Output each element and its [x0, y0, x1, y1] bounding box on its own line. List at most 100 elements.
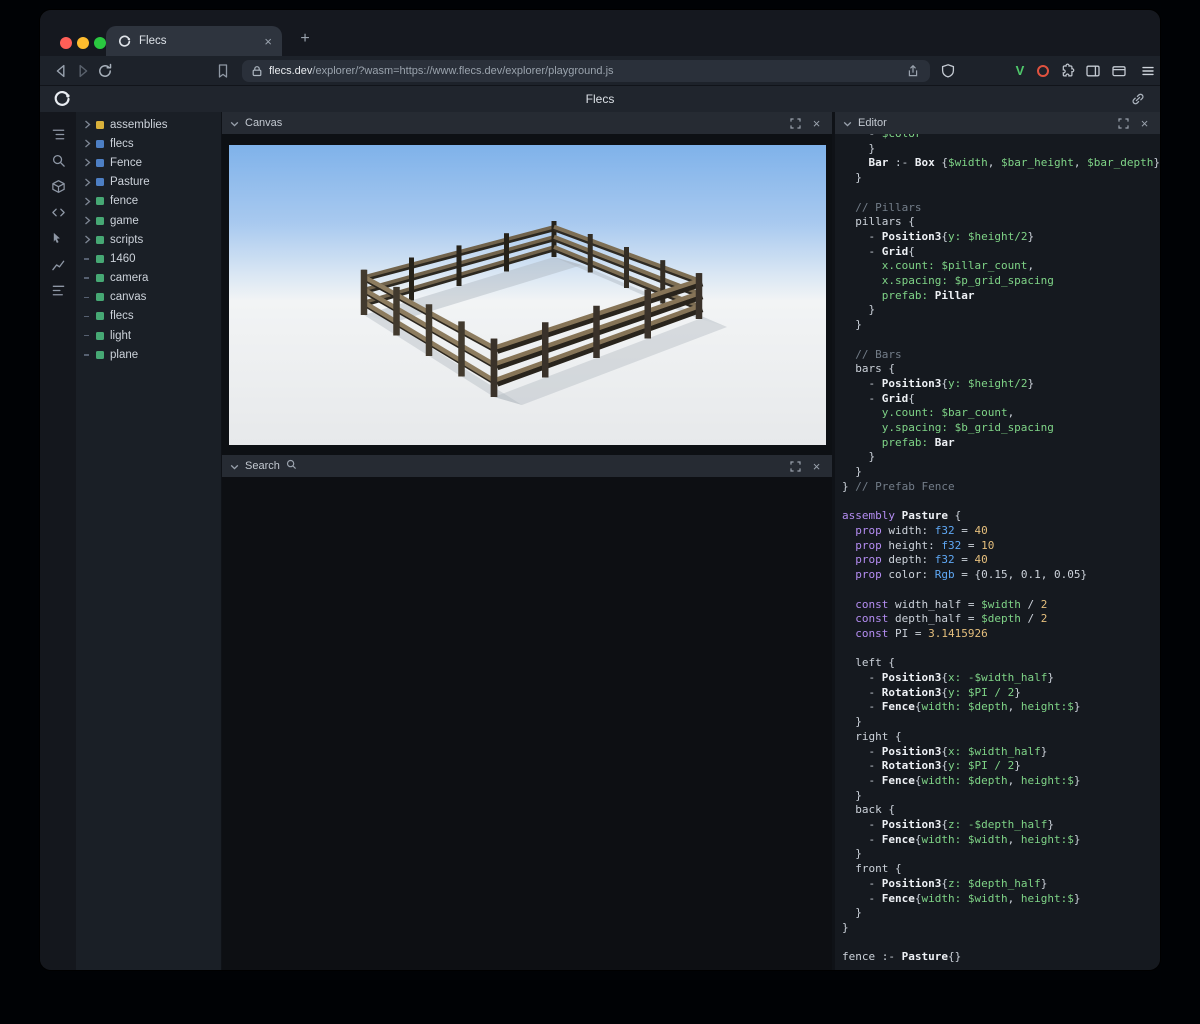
tree-item-label: Pasture	[110, 176, 150, 189]
tree-item-assemblies[interactable]: assemblies	[76, 115, 221, 134]
forward-button[interactable]	[72, 60, 94, 82]
bookmark-icon[interactable]	[212, 60, 234, 82]
code-line: prop depth: f32 = 40	[842, 553, 988, 567]
url-host: flecs.dev	[269, 64, 313, 77]
browser-tab-bar: Flecs × +	[40, 10, 1160, 56]
shield-icon[interactable]	[937, 60, 959, 82]
tree-item-game[interactable]: game	[76, 211, 221, 230]
expand-panel-icon[interactable]	[788, 459, 803, 474]
tree-item-light[interactable]: light	[76, 326, 221, 345]
entity-kind-swatch	[96, 254, 104, 263]
window-minimize-button[interactable]	[77, 37, 89, 49]
tree-item-Fence[interactable]: Fence	[76, 153, 221, 172]
new-tab-button[interactable]: +	[294, 31, 316, 47]
lock-icon	[251, 65, 263, 77]
code-line: back {	[842, 803, 895, 817]
entity-kind-swatch	[96, 312, 104, 321]
back-button[interactable]	[50, 60, 72, 82]
code-line: - Position3{y: $height/2}	[842, 376, 1035, 390]
code-icon[interactable]	[47, 204, 69, 220]
queries-icon[interactable]	[47, 282, 69, 298]
tree-item-canvas[interactable]: canvas	[76, 288, 221, 307]
outliner-icon[interactable]	[47, 126, 69, 142]
wallet-icon[interactable]	[1111, 63, 1127, 79]
extension-v-icon[interactable]: V	[1013, 63, 1027, 78]
3d-viewport[interactable]	[228, 145, 826, 445]
close-panel-icon[interactable]: ×	[809, 459, 824, 474]
tree-item-flecs[interactable]: flecs	[76, 134, 221, 153]
reload-button[interactable]	[94, 60, 116, 82]
entity-kind-swatch	[96, 197, 104, 206]
chevron-right-icon[interactable]	[84, 139, 95, 148]
expand-panel-icon[interactable]	[788, 116, 803, 131]
editor-column: Editor × - $color } Bar :- Box {$width, …	[835, 112, 1160, 970]
code-line: }	[842, 303, 876, 317]
chevron-down-icon[interactable]	[843, 114, 852, 132]
tree-item-plane[interactable]: plane	[76, 345, 221, 364]
flecs-favicon-icon	[117, 34, 132, 49]
code-line: - Grid{	[842, 244, 915, 258]
window-zoom-button[interactable]	[94, 37, 106, 49]
side-panel-icon[interactable]	[1085, 63, 1101, 79]
entity-kind-swatch	[96, 331, 104, 340]
code-editor[interactable]: - $color } Bar :- Box {$width, $bar_heig…	[835, 134, 1160, 970]
code-line: prefab: Bar	[842, 435, 955, 449]
share-link-icon[interactable]	[1130, 91, 1146, 112]
inspector-icon[interactable]	[47, 230, 69, 246]
extensions-puzzle-icon[interactable]	[1059, 63, 1075, 79]
entity-kind-swatch	[96, 293, 104, 302]
code-line: front {	[842, 862, 902, 876]
entities-icon[interactable]	[47, 178, 69, 194]
code-line: }	[842, 450, 876, 464]
search-icon[interactable]	[47, 152, 69, 168]
code-line: }	[842, 906, 862, 920]
entity-kind-swatch	[96, 158, 104, 167]
close-panel-icon[interactable]: ×	[1137, 116, 1152, 131]
code-line: - Fence{width: $depth, height:$}	[842, 773, 1081, 787]
stats-icon[interactable]	[47, 256, 69, 272]
code-line: fence :- Pasture{}	[842, 950, 962, 964]
chevron-right-icon[interactable]	[84, 216, 95, 225]
code-line: // Pillars	[842, 200, 922, 214]
window-close-button[interactable]	[60, 37, 72, 49]
extensions-cluster: V	[1013, 63, 1127, 79]
code-line: prefab: Pillar	[842, 288, 975, 302]
canvas-panel-body	[222, 134, 832, 455]
code-line: - Fence{width: $depth, height:$}	[842, 700, 1081, 714]
close-panel-icon[interactable]: ×	[809, 116, 824, 131]
chevron-right-icon[interactable]	[84, 235, 95, 244]
chevron-right-icon[interactable]	[84, 197, 95, 206]
chevron-right-icon[interactable]	[84, 178, 95, 187]
tree-item-label: scripts	[110, 233, 144, 246]
url-path: /explorer/?wasm=https://www.flecs.dev/ex…	[312, 64, 614, 77]
chevron-right-icon[interactable]	[84, 158, 95, 167]
tab-close-button[interactable]: ×	[262, 35, 274, 48]
tree-item-flecs[interactable]: flecs	[76, 307, 221, 326]
chevron-down-icon[interactable]	[230, 457, 239, 475]
entity-tree: assemblies flecs Fence Pasture fence game scri…	[76, 115, 221, 364]
menu-hamburger-icon[interactable]	[1137, 60, 1159, 82]
tree-item-1460[interactable]: 1460	[76, 249, 221, 268]
tree-item-camera[interactable]: camera	[76, 269, 221, 288]
tree-item-fence[interactable]: fence	[76, 192, 221, 211]
center-column: Canvas × Search ×	[222, 112, 832, 970]
chevron-down-icon[interactable]	[230, 114, 239, 132]
expand-panel-icon[interactable]	[1116, 116, 1131, 131]
extension-dot-icon[interactable]	[1037, 64, 1049, 77]
code-line: const depth_half = $depth / 2	[842, 612, 1048, 626]
code-line: - Fence{width: $width, height:$}	[842, 891, 1081, 905]
browser-tab-flecs[interactable]: Flecs ×	[106, 26, 282, 56]
tree-item-Pasture[interactable]: Pasture	[76, 173, 221, 192]
url-text: flecs.dev/explorer/?wasm=https://www.fle…	[269, 65, 906, 77]
code-line: - Fence{width: $width, height:$}	[842, 832, 1081, 846]
tree-item-scripts[interactable]: scripts	[76, 230, 221, 249]
share-icon[interactable]	[906, 64, 920, 78]
chevron-right-icon[interactable]	[84, 120, 95, 129]
address-bar[interactable]: flecs.dev/explorer/?wasm=https://www.fle…	[242, 59, 930, 82]
search-panel-body[interactable]	[222, 477, 832, 970]
tree-item-label: assemblies	[110, 118, 168, 131]
leaf-dash-icon	[84, 296, 95, 299]
